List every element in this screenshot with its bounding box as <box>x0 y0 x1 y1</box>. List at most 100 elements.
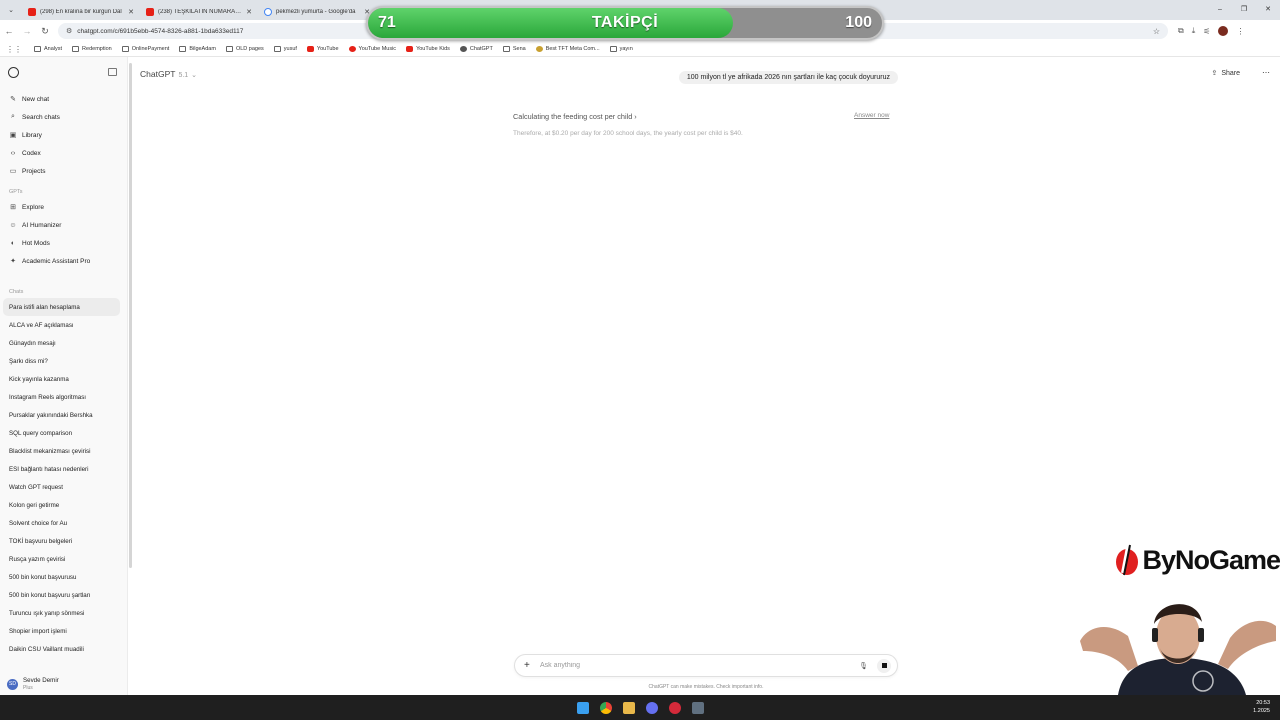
bookmark-item[interactable]: Best TFT Meta Com... <box>535 46 600 52</box>
chevron-down-icon: ⌄ <box>191 72 198 79</box>
sidebar-item-label: Codex <box>22 149 41 157</box>
sidebar-item-library[interactable]: ▣ Library <box>0 126 127 144</box>
browser-tab[interactable]: (238) TEŞKİLATIN NUMARASI! ✕ <box>140 3 258 20</box>
maximize-button[interactable]: ❐ <box>1232 0 1256 20</box>
chat-history-item[interactable]: Şarkı diss mi? <box>0 352 127 370</box>
follower-goal: 100 <box>845 14 872 31</box>
add-attachment-icon[interactable]: + <box>524 660 536 671</box>
chat-history-item[interactable]: Pursaklar yakınındaki Bershka <box>0 406 127 424</box>
browser-tab[interactable]: (298) En kralına bir kurgun Dal ✕ <box>22 3 140 20</box>
chat-history-item[interactable]: Kolon geri getirme <box>0 496 127 514</box>
extensions-icon[interactable]: ⧉ <box>1178 26 1184 36</box>
sidebar-item-projects[interactable]: ▭ Projects <box>0 162 127 180</box>
sponsor-logo: ByNoGame <box>1114 543 1280 577</box>
bookmark-item[interactable]: YouTube Music <box>348 46 396 52</box>
system-clock[interactable]: 20:53 1.2025 <box>1253 699 1270 715</box>
prompt-input[interactable] <box>540 662 860 669</box>
thinking-toggle[interactable]: Calculating the feeding cost per child › <box>513 112 637 121</box>
chat-history-item[interactable]: Blacklist mekanizması çevirisi <box>0 442 127 460</box>
bookmark-item[interactable]: Analyst <box>34 46 62 52</box>
tab-search-icon[interactable]: ⌄ <box>4 3 18 17</box>
user-menu[interactable]: SD Sevde Demir Plus <box>0 673 127 695</box>
share-icon: ⇪ <box>1211 70 1218 77</box>
reload-button[interactable]: ↻ <box>36 26 54 37</box>
windows-start-icon[interactable] <box>576 701 589 714</box>
chat-history-item[interactable]: ESI bağlantı hatası nedenleri <box>0 460 127 478</box>
sidebar-item-new-chat[interactable]: ✎ New chat <box>0 90 127 108</box>
forward-button[interactable]: → <box>18 26 36 36</box>
apps-grid-icon[interactable]: ⋮⋮ <box>6 45 22 54</box>
sidebar-item-label: New chat <box>22 95 50 103</box>
site-info-icon[interactable]: ⚙ <box>66 27 72 35</box>
disclaimer-text: ChatGPT can make mistakes. Check importa… <box>648 684 764 690</box>
thinking-detail: Therefore, at $0.20 per day for 200 scho… <box>513 130 743 137</box>
chat-history-item[interactable]: Günaydın mesajı <box>0 334 127 352</box>
chat-history-item[interactable]: 500 bin konut başvurusu <box>0 568 127 586</box>
discord-icon[interactable] <box>645 701 658 714</box>
answer-now-button[interactable]: Answer now <box>854 112 889 119</box>
close-window-button[interactable]: ✕ <box>1256 0 1280 20</box>
sidebar-item-codex[interactable]: ‹› Codex <box>0 144 127 162</box>
stop-generating-button[interactable] <box>877 658 891 673</box>
bookmark-item[interactable]: OLD pages <box>225 46 264 52</box>
close-tab-icon[interactable]: ✕ <box>128 8 134 16</box>
browser-menu-icon[interactable]: ⋮ <box>1236 27 1244 36</box>
chat-history-item[interactable]: ALCA ve AF açıklaması <box>0 316 127 334</box>
bookmark-item[interactable]: ChatGPT <box>459 46 493 52</box>
chat-history-item[interactable]: Para istifi alan hesaplama <box>3 298 120 316</box>
chat-history-item[interactable]: Daikin CSU Vaillant muadili <box>0 640 127 658</box>
sidebar-item-search-chats[interactable]: ⌕ Search chats <box>0 108 127 126</box>
chats-heading: Chats <box>9 289 24 295</box>
chat-history-item[interactable]: Rusça yazım çevirisi <box>0 550 127 568</box>
chat-history-item[interactable]: Watch GPT request <box>0 478 127 496</box>
model-selector[interactable]: ChatGPT 5.1 ⌄ <box>140 69 197 79</box>
chat-history-item[interactable]: Instagram Reels algoritması <box>0 388 127 406</box>
file-explorer-icon[interactable] <box>622 701 635 714</box>
bookmark-label: BilgeAdam <box>189 46 216 52</box>
follower-goal-bar: 71 TAKİPÇİ 100 <box>366 6 884 40</box>
collapse-sidebar-icon[interactable] <box>108 68 117 76</box>
microphone-icon[interactable]: 🎙 <box>859 662 868 670</box>
extension-settings-icon[interactable]: ⚟ <box>1203 27 1210 36</box>
bookmark-label: yusuf <box>283 46 297 52</box>
chat-history-item[interactable]: Kick yayınla kazanma <box>0 370 127 388</box>
edit-icon: ✎ <box>10 96 16 103</box>
sidebar-header <box>0 57 127 87</box>
close-tab-icon[interactable]: ✕ <box>246 8 252 16</box>
sidebar-item-hot-mods[interactable]: ◐ Hot Mods <box>0 234 127 252</box>
calculator-icon[interactable] <box>691 701 704 714</box>
sidebar-item-academic-assistant[interactable]: ✦ Academic Assistant Pro <box>0 252 127 270</box>
youtube-icon <box>306 46 314 52</box>
folder-icon <box>121 46 129 52</box>
opera-gx-icon[interactable] <box>668 701 681 714</box>
chat-history-item[interactable]: Solvent choice for Au <box>0 514 127 532</box>
minimize-button[interactable]: – <box>1208 0 1232 20</box>
bookmark-item[interactable]: yusuf <box>273 46 297 52</box>
openai-logo-icon[interactable] <box>8 66 19 78</box>
more-options-icon[interactable]: ⋯ <box>1262 68 1270 77</box>
chrome-icon[interactable] <box>599 701 612 714</box>
chat-history-item[interactable]: 500 bin konut başvuru şartları <box>0 586 127 604</box>
sidebar-item-ai-humanizer[interactable]: ☺ AI Humanizer <box>0 216 127 234</box>
bookmark-item[interactable]: Sena <box>502 46 526 52</box>
bookmark-item[interactable]: OnlinePayment <box>121 46 169 52</box>
chat-history-item[interactable]: TOKİ başvuru belgeleri <box>0 532 127 550</box>
sidebar: ✎ New chat ⌕ Search chats ▣ Library ‹› Codex… <box>0 57 132 695</box>
bookmark-item[interactable]: BilgeAdam <box>179 46 216 52</box>
bookmark-star-icon[interactable]: ☆ <box>1153 27 1160 36</box>
chat-history-list: Para istifi alan hesaplama ALCA ve AF açı… <box>0 298 127 658</box>
bookmark-item[interactable]: YouTube Kids <box>406 46 450 52</box>
chat-history-item[interactable]: Turuncu ışık yanıp sönmesi <box>0 604 127 622</box>
bookmark-item[interactable]: YouTube <box>306 46 339 52</box>
chat-history-item[interactable]: Shopier import işlemi <box>0 622 127 640</box>
share-button[interactable]: ⇪ Share <box>1211 69 1240 78</box>
browser-tab[interactable]: pekmezli yumurta - Google'da ✕ <box>258 3 376 20</box>
sidebar-item-explore[interactable]: ⊞ Explore <box>0 198 127 216</box>
tft-icon <box>535 46 543 52</box>
back-button[interactable]: ← <box>0 26 18 36</box>
chat-history-item[interactable]: SQL query comparison <box>0 424 127 442</box>
profile-avatar[interactable] <box>1218 26 1229 36</box>
download-icon[interactable]: ⤓ <box>1192 26 1196 36</box>
bookmark-item[interactable]: yayın <box>609 46 633 52</box>
bookmark-item[interactable]: Redemption <box>72 46 112 52</box>
